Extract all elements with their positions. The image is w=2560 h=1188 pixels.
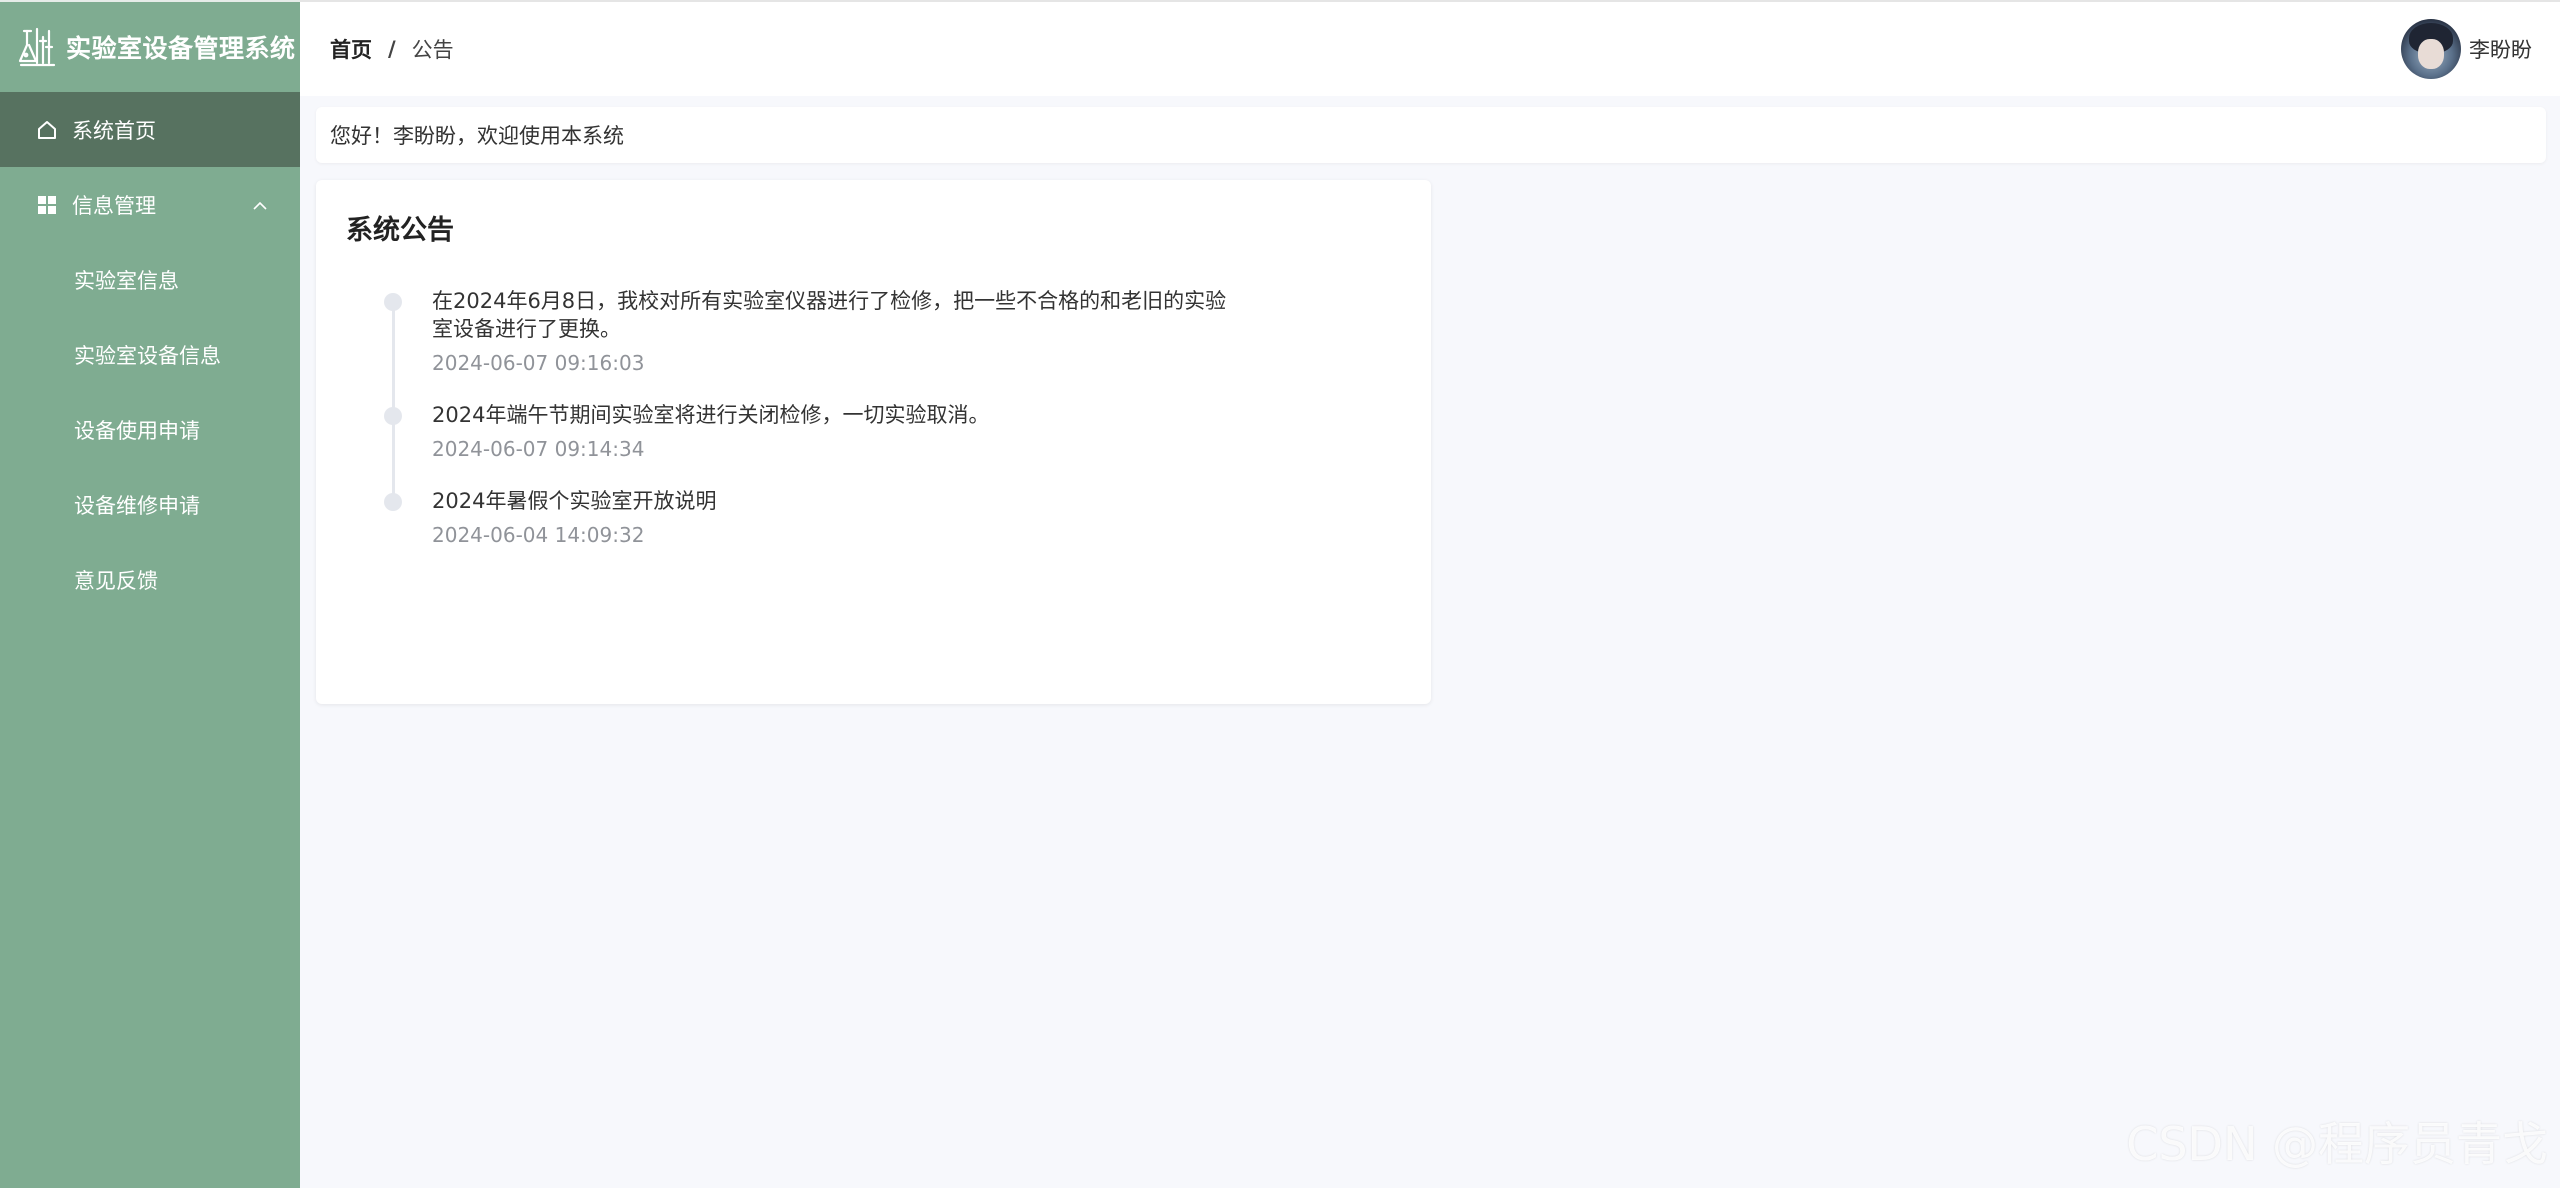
breadcrumb-current: 公告 <box>411 38 454 62</box>
home-icon <box>36 119 58 141</box>
sidebar-item-label: 意见反馈 <box>74 568 158 593</box>
notice-content: 2024年端午节期间实验室将进行关闭检修，一切实验取消。 <box>432 403 990 427</box>
grid-icon <box>36 194 58 216</box>
avatar[interactable] <box>2401 19 2461 79</box>
timeline-item: 2024年暑假个实验室开放说明 2024-06-04 14:09:32 <box>384 487 1401 547</box>
notice-card: 系统公告 在2024年6月8日，我校对所有实验室仪器进行了检修，把一些不合格的和… <box>316 180 1431 704</box>
timeline-dot <box>384 293 402 311</box>
sidebar-item-feedback[interactable]: 意见反馈 <box>0 542 300 617</box>
notice-content: 在2024年6月8日，我校对所有实验室仪器进行了检修，把一些不合格的和老旧的实验… <box>432 289 1227 341</box>
sidebar-group-info-management[interactable]: 信息管理 <box>0 167 300 242</box>
sidebar-item-label: 设备使用申请 <box>74 418 200 443</box>
notice-time: 2024-06-07 09:16:03 <box>432 351 645 375</box>
brand[interactable]: 实验室设备管理系统 <box>0 0 300 92</box>
notice-content: 2024年暑假个实验室开放说明 <box>432 489 717 513</box>
timeline-dot <box>384 493 402 511</box>
notice-title: 系统公告 <box>346 215 454 246</box>
timeline-dot <box>384 407 402 425</box>
breadcrumb-home[interactable]: 首页 <box>330 34 372 64</box>
sidebar-item-lab-equipment-info[interactable]: 实验室设备信息 <box>0 317 300 392</box>
notice-time: 2024-06-04 14:09:32 <box>432 523 645 547</box>
sidebar-item-equipment-repair-request[interactable]: 设备维修申请 <box>0 467 300 542</box>
welcome-text: 您好！李盼盼，欢迎使用本系统 <box>330 124 624 148</box>
app-title: 实验室设备管理系统 <box>66 34 296 63</box>
sidebar-item-equipment-use-request[interactable]: 设备使用申请 <box>0 392 300 467</box>
sidebar-item-lab-info[interactable]: 实验室信息 <box>0 242 300 317</box>
sidebar-item-label: 实验室信息 <box>74 268 179 293</box>
sidebar-group-label: 信息管理 <box>72 193 156 218</box>
chevron-up-icon <box>252 193 268 217</box>
breadcrumb-separator: / <box>388 37 396 61</box>
user-name[interactable]: 李盼盼 <box>2469 34 2532 64</box>
watermark: CSDN @程序员青戈 <box>2126 1117 2548 1171</box>
sidebar-item-label: 实验室设备信息 <box>74 343 221 368</box>
notice-time: 2024-06-07 09:14:34 <box>432 437 645 461</box>
sidebar-item-label: 设备维修申请 <box>74 493 200 518</box>
sidebar-item-home[interactable]: 系统首页 <box>0 92 300 167</box>
avatar-face <box>2418 39 2444 69</box>
lab-flask-icon <box>18 27 56 67</box>
sidebar: 实验室设备管理系统 系统首页 信息管理 实验室信息 实验室设备信息 设备使用申请… <box>0 0 300 1188</box>
sidebar-item-label: 系统首页 <box>72 118 156 143</box>
timeline-item: 2024年端午节期间实验室将进行关闭检修，一切实验取消。 2024-06-07 … <box>384 401 1401 461</box>
top-header: 首页 / 公告 李盼盼 <box>300 0 2560 96</box>
user-menu[interactable]: 李盼盼 <box>2401 19 2532 79</box>
timeline-item: 在2024年6月8日，我校对所有实验室仪器进行了检修，把一些不合格的和老旧的实验… <box>384 287 1401 375</box>
welcome-banner: 您好！李盼盼，欢迎使用本系统 <box>316 107 2546 163</box>
breadcrumb: 首页 / 公告 <box>330 34 454 64</box>
notice-timeline: 在2024年6月8日，我校对所有实验室仪器进行了检修，把一些不合格的和老旧的实验… <box>384 287 1401 547</box>
